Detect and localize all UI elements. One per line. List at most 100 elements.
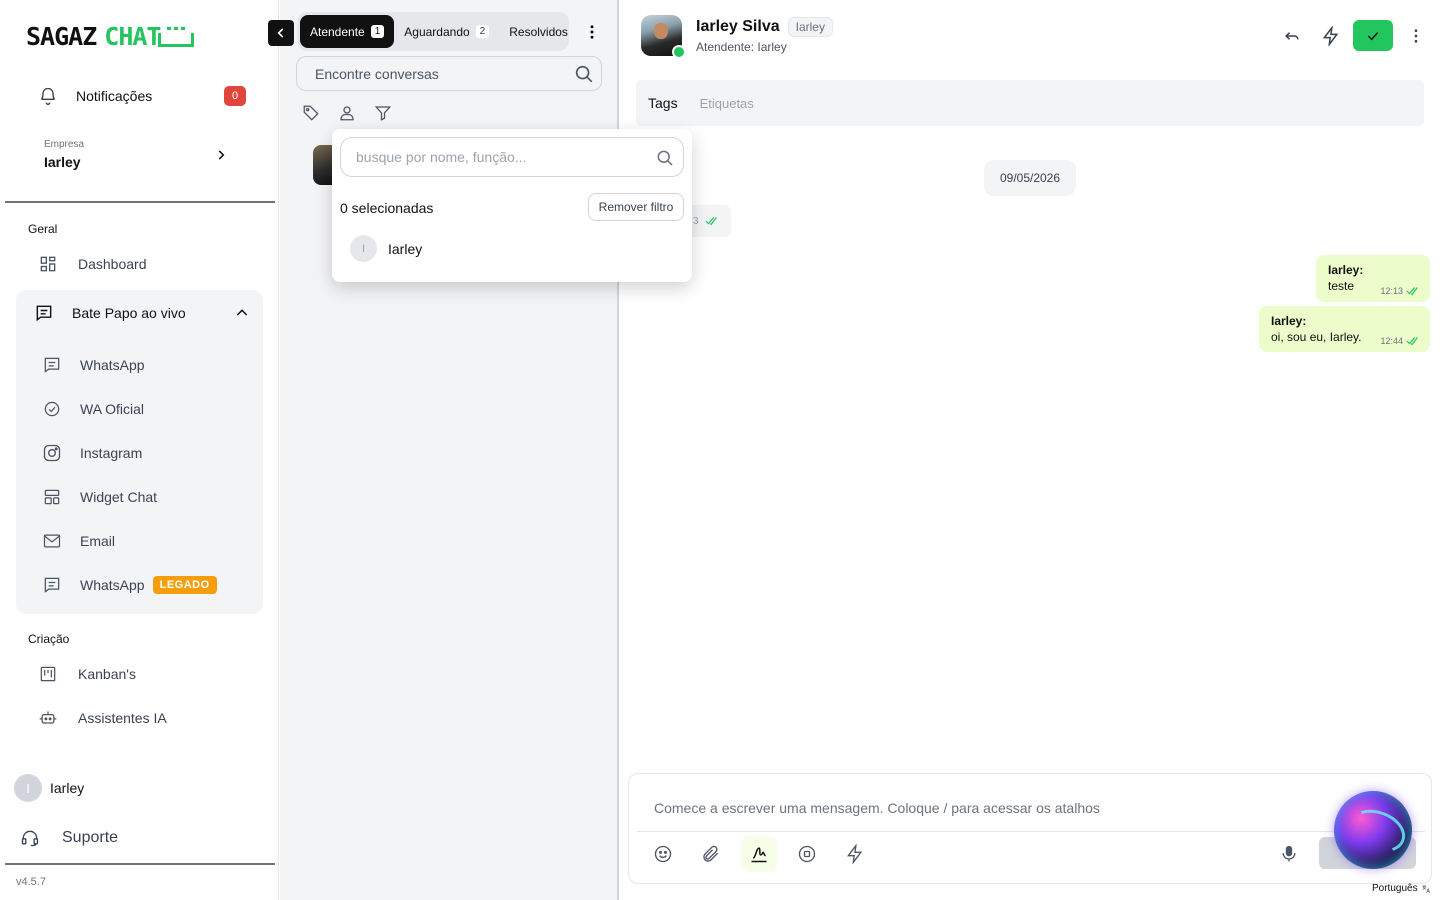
user-name: Iarley (50, 780, 85, 796)
voice-message-button[interactable] (1271, 836, 1307, 872)
microphone-icon (1279, 844, 1299, 864)
translate-icon (1421, 884, 1431, 894)
tab-count-badge: 1 (370, 25, 385, 38)
notifications-label: Notificações (76, 88, 153, 104)
remove-filter-button[interactable]: Remover filtro (588, 193, 684, 221)
signature-icon (749, 844, 769, 864)
sidebar-item-dashboard[interactable]: Dashboard (38, 252, 147, 276)
tag-icon[interactable] (302, 104, 320, 122)
resolve-button[interactable] (1353, 20, 1393, 51)
chat-panel: Iarley Silva Iarley Atendente: Iarley Ta… (621, 0, 1440, 900)
sidebar-item-wa-oficial[interactable]: WA Oficial (42, 397, 144, 421)
current-user[interactable]: I Iarley (14, 774, 84, 802)
message-bubble-outgoing[interactable]: Iarley: oi, sou eu, Iarley. 12:44 (1259, 306, 1430, 352)
assigned-agent: Atendente: Iarley (696, 40, 787, 54)
record-button[interactable] (789, 836, 825, 872)
message-bubble-incoming[interactable]: 3 (687, 205, 731, 237)
sidebar-item-email[interactable]: Email (42, 529, 115, 553)
section-title-geral: Geral (28, 222, 58, 236)
agent-option-name: Iarley (388, 240, 423, 257)
sidebar-item-whatsapp-legacy[interactable]: WhatsApp LEGADO (42, 573, 217, 597)
sidebar-item-label: WhatsApp (80, 577, 145, 593)
chevron-right-icon (214, 148, 228, 162)
filter-icon[interactable] (374, 104, 392, 122)
bell-icon (38, 86, 58, 106)
agent-search-placeholder: busque por nome, função... (356, 149, 527, 165)
sidebar-item-whatsapp[interactable]: WhatsApp (42, 353, 145, 377)
undo-icon[interactable] (1282, 26, 1302, 46)
user-icon[interactable] (338, 104, 356, 122)
app-version: v4.5.7 (16, 876, 46, 888)
ai-assistant-orb-icon[interactable] (1334, 791, 1412, 869)
notifications-item[interactable]: Notificações 0 (38, 84, 248, 108)
agent-option[interactable]: I Iarley (350, 235, 422, 262)
composer-divider (637, 831, 1425, 832)
double-check-icon (705, 216, 719, 226)
language-selector[interactable]: Português (1372, 883, 1431, 894)
sidebar-divider (5, 201, 275, 203)
tab-resolvidos[interactable]: Resolvidos (499, 15, 578, 48)
contact-avatar[interactable] (641, 15, 686, 59)
check-icon (1365, 28, 1381, 44)
contact-tag-badge: Iarley (787, 17, 833, 37)
chat-icon (42, 355, 62, 375)
message-composer: Comece a escrever uma mensagem. Coloque … (628, 773, 1432, 884)
avatar: I (14, 774, 42, 802)
support-link[interactable]: Suporte (20, 828, 118, 848)
more-options-icon[interactable] (1407, 26, 1425, 46)
chat-icon (42, 575, 62, 595)
message-time: 12:44 (1380, 336, 1403, 346)
attach-button[interactable] (693, 836, 729, 872)
contact-avatar-face (654, 23, 668, 39)
sidebar-item-instagram[interactable]: Instagram (42, 441, 142, 465)
company-selector[interactable]: Empresa Iarley (44, 139, 244, 170)
tab-atendente[interactable]: Atendente 1 (300, 15, 395, 48)
language-label: Português (1372, 883, 1418, 894)
instagram-icon (42, 443, 62, 463)
quick-replies-button[interactable] (837, 836, 873, 872)
sidebar-item-label: Dashboard (78, 256, 147, 272)
tab-label: Resolvidos (509, 24, 568, 39)
message-time: 12:13 (1380, 286, 1403, 296)
smile-icon (653, 844, 673, 864)
widget-icon (42, 487, 62, 507)
lightning-icon (845, 844, 865, 864)
tab-aguardando[interactable]: Aguardando 2 (394, 15, 499, 48)
chat-header: Iarley Silva Iarley Atendente: Iarley (621, 0, 1440, 75)
search-icon (655, 148, 675, 168)
conversation-search-input[interactable]: Encontre conversas (296, 56, 602, 91)
message-bubble-outgoing[interactable]: Iarley: teste 12:13 (1316, 255, 1430, 302)
emoji-button[interactable] (645, 836, 681, 872)
sidebar-item-kanbans[interactable]: Kanban's (38, 662, 136, 686)
message-meta: 12:13 (1380, 286, 1420, 296)
lightning-icon[interactable] (1321, 26, 1341, 46)
logo[interactable]: SAGAZ CHAT (26, 22, 195, 51)
search-icon[interactable] (573, 63, 595, 85)
sidebar-item-label: Email (80, 533, 116, 549)
tags-bar[interactable]: Tags Etiquetas (636, 80, 1424, 126)
sidebar-item-widget-chat[interactable]: Widget Chat (42, 485, 157, 509)
sidebar-item-assistentes[interactable]: Assistentes IA (38, 706, 167, 730)
sidebar-item-label: Bate Papo ao vivo (72, 305, 186, 321)
selected-count: 0 selecionadas (340, 200, 434, 216)
chat-icon (34, 303, 54, 323)
whatsapp-icon (672, 45, 686, 59)
double-check-icon (1406, 286, 1420, 296)
legacy-badge: LEGADO (152, 576, 217, 594)
paperclip-icon (701, 844, 721, 864)
filter-toolbar (302, 104, 392, 122)
sidebar: SAGAZ CHAT Notificações 0 Empresa Iarley… (0, 0, 279, 900)
sidebar-item-label: Widget Chat (80, 489, 158, 505)
signature-button[interactable] (741, 836, 777, 872)
tab-label: Atendente (310, 24, 365, 39)
message-input[interactable]: Comece a escrever uma mensagem. Coloque … (654, 800, 1100, 816)
robot-icon (38, 708, 58, 728)
sidebar-item-live-chat[interactable]: Bate Papo ao vivo (34, 301, 250, 325)
chevron-up-icon[interactable] (234, 305, 250, 321)
agent-search-input[interactable]: busque por nome, função... (340, 137, 684, 177)
collapse-sidebar-button[interactable] (268, 20, 294, 46)
tab-label: Aguardando (404, 24, 470, 39)
logo-text-sagaz: SAGAZ (26, 22, 97, 51)
more-options-icon[interactable] (583, 22, 601, 42)
sidebar-divider (5, 863, 275, 865)
